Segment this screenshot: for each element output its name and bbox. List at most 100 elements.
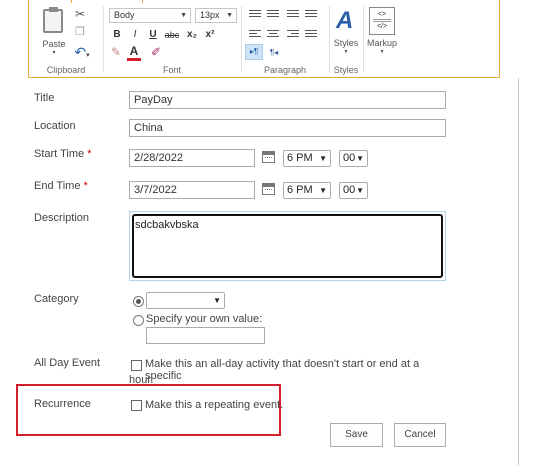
numbered-list-icon[interactable] <box>267 10 279 21</box>
font-group: Body ▼ 13px ▼ B I U abc x₂ x² ✎ A ✐ Font <box>105 3 239 77</box>
chevron-down-icon: ▼ <box>226 12 233 19</box>
end-time-label: End Time * <box>34 180 88 192</box>
font-color-bar <box>127 58 141 61</box>
font-color-button[interactable]: A <box>127 44 141 61</box>
divider <box>103 6 104 72</box>
font-style-select[interactable]: Body ▼ <box>109 8 191 23</box>
paste-icon <box>43 9 63 33</box>
clipboard-group-label: Clipboard <box>46 65 86 75</box>
divider <box>241 6 242 72</box>
justify-icon[interactable] <box>305 30 317 41</box>
start-hour-select[interactable]: 6 PM ▼ <box>283 150 331 167</box>
styles-label: Styles <box>333 38 359 48</box>
category-choice-radio[interactable] <box>133 296 144 307</box>
highlight-color-icon[interactable]: ✎ <box>109 45 123 59</box>
cancel-button[interactable]: Cancel <box>394 423 446 447</box>
calendar-icon[interactable] <box>262 151 275 163</box>
own-category-input[interactable] <box>146 327 265 344</box>
all-day-text-line1: Make this an all-day activity that doesn… <box>145 358 420 382</box>
chevron-down-icon: ▼ <box>213 296 221 305</box>
end-minute-value: 00 <box>343 184 356 196</box>
title-input[interactable]: PayDay <box>129 91 446 109</box>
start-hour-value: 6 PM <box>287 152 313 164</box>
paste-dropdown-arrow: ▾ <box>52 50 56 56</box>
paragraph-group: Paragraph <box>243 3 327 77</box>
category-label: Category <box>34 293 79 305</box>
align-right-icon[interactable] <box>287 30 299 41</box>
markup-dropdown-arrow: ▾ <box>380 49 384 55</box>
font-group-label: Font <box>162 65 181 75</box>
markup-button[interactable]: <> </> Markup ▾ <box>366 7 398 59</box>
strikethrough-button[interactable]: abc <box>163 29 181 41</box>
end-minute-select[interactable]: 00 ▼ <box>339 182 368 199</box>
ltr-icon: ▸¶ <box>249 47 259 56</box>
required-marker: * <box>87 148 92 160</box>
increase-indent-icon[interactable] <box>305 10 317 21</box>
category-select[interactable]: ▼ <box>146 292 225 309</box>
italic-button[interactable]: I <box>129 29 141 41</box>
markup-icon: <> </> <box>369 7 395 35</box>
rtl-icon[interactable]: ¶◂ <box>265 46 283 60</box>
superscript-button[interactable]: x² <box>203 29 217 41</box>
subscript-button[interactable]: x₂ <box>185 29 199 41</box>
title-label: Title <box>34 92 55 104</box>
recurrence-checkbox[interactable] <box>131 400 142 411</box>
save-button[interactable]: Save <box>330 423 383 447</box>
end-date-input[interactable]: 3/7/2022 <box>129 181 255 199</box>
font-size-select[interactable]: 13px ▼ <box>195 8 237 23</box>
end-hour-value: 6 PM <box>287 184 313 196</box>
markup-group: <> </> Markup ▾ <box>365 3 399 77</box>
description-textarea[interactable]: sdcbakvbska <box>132 214 443 278</box>
align-center-icon[interactable] <box>267 30 279 41</box>
styles-dropdown-arrow: ▾ <box>344 49 348 55</box>
divider <box>363 6 364 72</box>
description-label: Description <box>34 212 90 224</box>
specify-own-radio[interactable] <box>133 315 144 326</box>
markup-icon-open-tag: <> <box>377 11 387 18</box>
paste-label: Paste <box>42 39 66 49</box>
chevron-down-icon: ▼ <box>356 154 364 163</box>
markup-icon-close-tag: </> <box>376 23 388 30</box>
font-size-value: 13px <box>200 10 220 20</box>
paste-button[interactable]: Paste ▾ <box>39 5 69 56</box>
divider <box>329 6 330 72</box>
ltr-button[interactable]: ▸¶ <box>245 44 263 60</box>
all-day-checkbox[interactable] <box>131 360 142 371</box>
bullet-list-icon[interactable] <box>249 10 261 21</box>
end-hour-select[interactable]: 6 PM ▼ <box>283 182 331 199</box>
recurrence-label: Recurrence <box>34 398 91 410</box>
styles-group: A Styles ▾ Styles <box>331 3 361 77</box>
align-left-icon[interactable] <box>249 30 261 41</box>
location-input[interactable]: China <box>129 119 446 137</box>
undo-icon[interactable]: ↶▾ <box>71 45 93 63</box>
underline-button[interactable]: U <box>147 29 159 41</box>
cut-icon[interactable]: ✂ <box>73 7 87 21</box>
bold-button[interactable]: B <box>111 29 123 41</box>
required-marker: * <box>83 180 88 192</box>
ribbon: Paste ▾ ✂ ❐ ↶▾ Clipboard Body ▼ 13px ▼ B… <box>28 0 500 78</box>
chevron-down-icon: ▼ <box>319 186 327 195</box>
start-time-label: Start Time * <box>34 148 91 160</box>
start-time-label-text: Start Time <box>34 148 85 160</box>
start-minute-select[interactable]: 00 ▼ <box>339 150 368 167</box>
end-time-label-text: End Time <box>34 180 81 192</box>
chevron-down-icon: ▼ <box>356 186 364 195</box>
clipboard-group: Paste ▾ ✂ ❐ ↶▾ Clipboard <box>33 3 99 77</box>
all-day-label: All Day Event <box>34 357 101 369</box>
recurrence-text: Make this a repeating event. <box>145 399 284 411</box>
paste-icon-clip <box>49 7 58 12</box>
clear-format-icon[interactable]: ✐ <box>149 45 163 59</box>
chevron-down-icon: ▼ <box>319 154 327 163</box>
copy-icon[interactable]: ❐ <box>73 25 87 39</box>
calendar-icon[interactable] <box>262 183 275 195</box>
font-style-value: Body <box>114 10 135 20</box>
specify-own-label: Specify your own value: <box>146 313 263 325</box>
styles-icon: A <box>336 7 354 34</box>
start-date-input[interactable]: 2/28/2022 <box>129 149 255 167</box>
styles-button[interactable]: A Styles ▾ <box>331 7 361 59</box>
page-edge-divider <box>518 78 519 465</box>
decrease-indent-icon[interactable] <box>287 10 299 21</box>
description-editor: sdcbakvbska <box>129 211 446 281</box>
markup-label: Markup <box>366 38 397 48</box>
font-color-glyph: A <box>129 44 139 58</box>
